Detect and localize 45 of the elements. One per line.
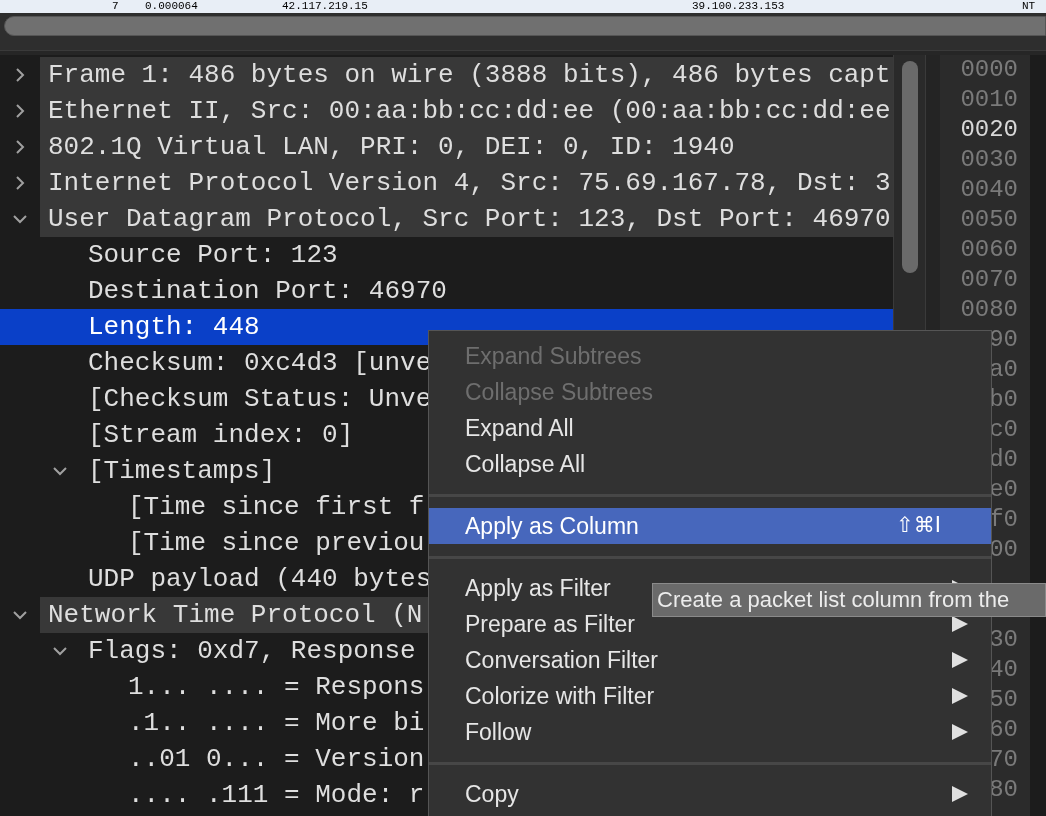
menu-item-label: Prepare as Filter [465, 609, 635, 639]
hex-offset: 0040 [959, 175, 1018, 205]
hex-offset: 60 [988, 715, 1018, 745]
tree-item-label: Source Port: 123 [88, 238, 338, 272]
hex-offset: 0010 [959, 85, 1018, 115]
hex-offset: 30 [988, 625, 1018, 655]
tree-item-label: Destination Port: 46970 [88, 274, 447, 308]
tree-item-label: [Timestamps] [88, 454, 276, 488]
tree-item-label: ..01 0... = Version [128, 742, 425, 776]
tooltip: Create a packet list column from the [652, 583, 1046, 617]
hex-offset: 80 [988, 775, 1018, 805]
menu-item-label: Collapse All [465, 449, 586, 479]
hex-offset: 0080 [959, 295, 1018, 325]
hex-offset: d0 [988, 445, 1018, 475]
tree-item-label: Length: 448 [88, 310, 260, 344]
shortcut-label: ⇧⌘I [896, 512, 941, 540]
hex-offset: 0030 [959, 145, 1018, 175]
tree-item-label: Network Time Protocol (N [48, 598, 423, 632]
menu-item-label: Conversation Filter [465, 645, 659, 675]
menu-item-label: Apply as Filter [465, 573, 611, 603]
hex-offset: 0000 [959, 55, 1018, 85]
hex-offset: 0060 [959, 235, 1018, 265]
tree-item-label: 802.1Q Virtual LAN, PRI: 0, DEI: 0, ID: 1940 [48, 130, 735, 164]
tree-item-label: Flags: 0xd7, Response [88, 634, 416, 668]
hex-offset: 40 [988, 655, 1018, 685]
hex-offset: 50 [988, 685, 1018, 715]
hex-offset: a0 [988, 355, 1018, 385]
menu-item-label: Copy [465, 779, 519, 809]
packet-list-cell: 0.000064 [145, 0, 198, 12]
packet-list-cell: NT [1022, 0, 1036, 12]
packet-list-cell: 39.100.233.153 [692, 0, 785, 12]
hex-offset: f0 [988, 505, 1018, 535]
packet-list-cell: 42.117.219.15 [282, 0, 368, 12]
hex-offset: e0 [988, 475, 1018, 505]
menu-item-label: Collapse Subtrees [465, 377, 653, 407]
hex-offset: 0070 [959, 265, 1018, 295]
hex-offset: 90 [988, 325, 1018, 355]
menu-item-label: Expand All [465, 413, 574, 443]
menu-item-label: Apply as Column [465, 511, 639, 541]
menu-item-label: Follow [465, 717, 532, 747]
menu-item-label: Colorize with Filter [465, 681, 655, 711]
hex-offset: 0020 [959, 115, 1018, 145]
hex-offset: 0050 [959, 205, 1018, 235]
hex-offset: 70 [988, 745, 1018, 775]
packet-list-cell: 7 [112, 0, 119, 12]
